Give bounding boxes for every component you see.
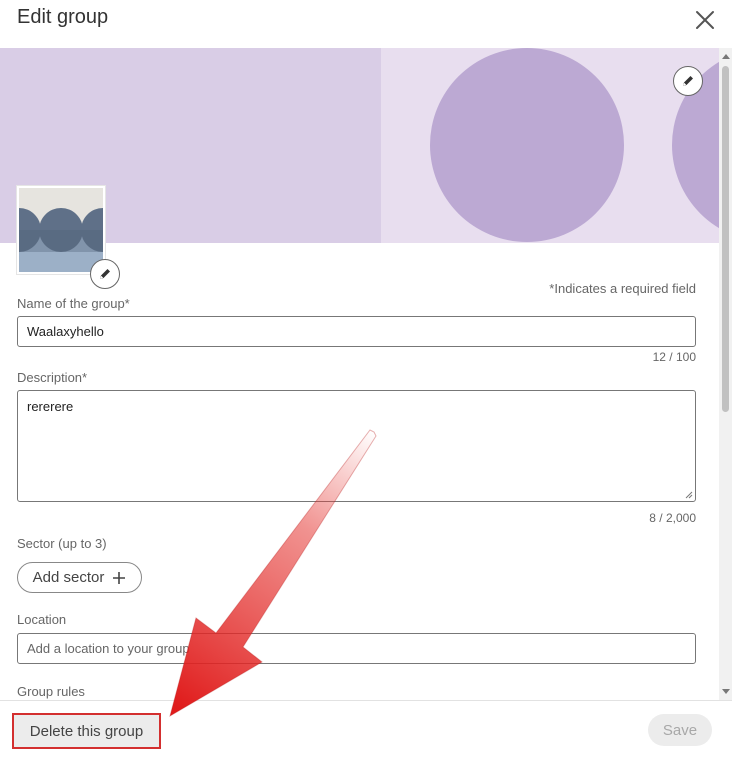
add-sector-button[interactable]: Add sector bbox=[17, 562, 142, 593]
cover-circle bbox=[430, 48, 624, 242]
dialog-body[interactable]: *Indicates a required field Name of the … bbox=[0, 48, 732, 700]
plus-icon bbox=[113, 571, 126, 584]
dialog-title: Edit group bbox=[17, 6, 109, 28]
scroll-up-icon[interactable] bbox=[722, 54, 730, 59]
cover-image bbox=[0, 48, 719, 243]
edit-logo-button[interactable] bbox=[90, 259, 120, 289]
description-counter: 8 / 2,000 bbox=[649, 511, 696, 525]
group-rules-label: Group rules bbox=[17, 684, 85, 699]
description-textarea[interactable]: rererere bbox=[17, 390, 696, 502]
location-label: Location bbox=[17, 612, 67, 627]
group-name-label: Name of the group* bbox=[17, 296, 130, 311]
group-name-value: Waalaxyhello bbox=[27, 324, 104, 339]
scroll-down-icon[interactable] bbox=[722, 689, 730, 694]
add-sector-label: Add sector bbox=[32, 569, 105, 586]
resize-handle-icon[interactable] bbox=[685, 491, 693, 499]
sector-label: Sector (up to 3) bbox=[17, 536, 107, 551]
scrollbar[interactable] bbox=[719, 48, 732, 700]
edit-group-dialog: Edit group *Indicates a required field N… bbox=[0, 0, 732, 758]
group-logo bbox=[17, 186, 105, 274]
dialog-header: Edit group bbox=[0, 0, 732, 48]
save-button[interactable]: Save bbox=[648, 714, 712, 746]
close-icon[interactable] bbox=[693, 8, 717, 32]
delete-group-button[interactable]: Delete this group bbox=[12, 713, 161, 749]
required-field-note: *Indicates a required field bbox=[549, 281, 696, 296]
group-name-input[interactable]: Waalaxyhello bbox=[17, 316, 696, 347]
dialog-footer: Delete this group Save bbox=[0, 700, 732, 758]
location-input[interactable]: Add a location to your group bbox=[17, 633, 696, 664]
description-value: rererere bbox=[27, 399, 74, 414]
pencil-icon bbox=[100, 269, 110, 279]
group-name-counter: 12 / 100 bbox=[652, 350, 696, 364]
description-label: Description* bbox=[17, 370, 88, 385]
pencil-icon bbox=[683, 76, 693, 86]
edit-cover-button[interactable] bbox=[673, 66, 703, 96]
location-placeholder: Add a location to your group bbox=[27, 641, 190, 656]
scrollbar-thumb[interactable] bbox=[722, 66, 729, 412]
